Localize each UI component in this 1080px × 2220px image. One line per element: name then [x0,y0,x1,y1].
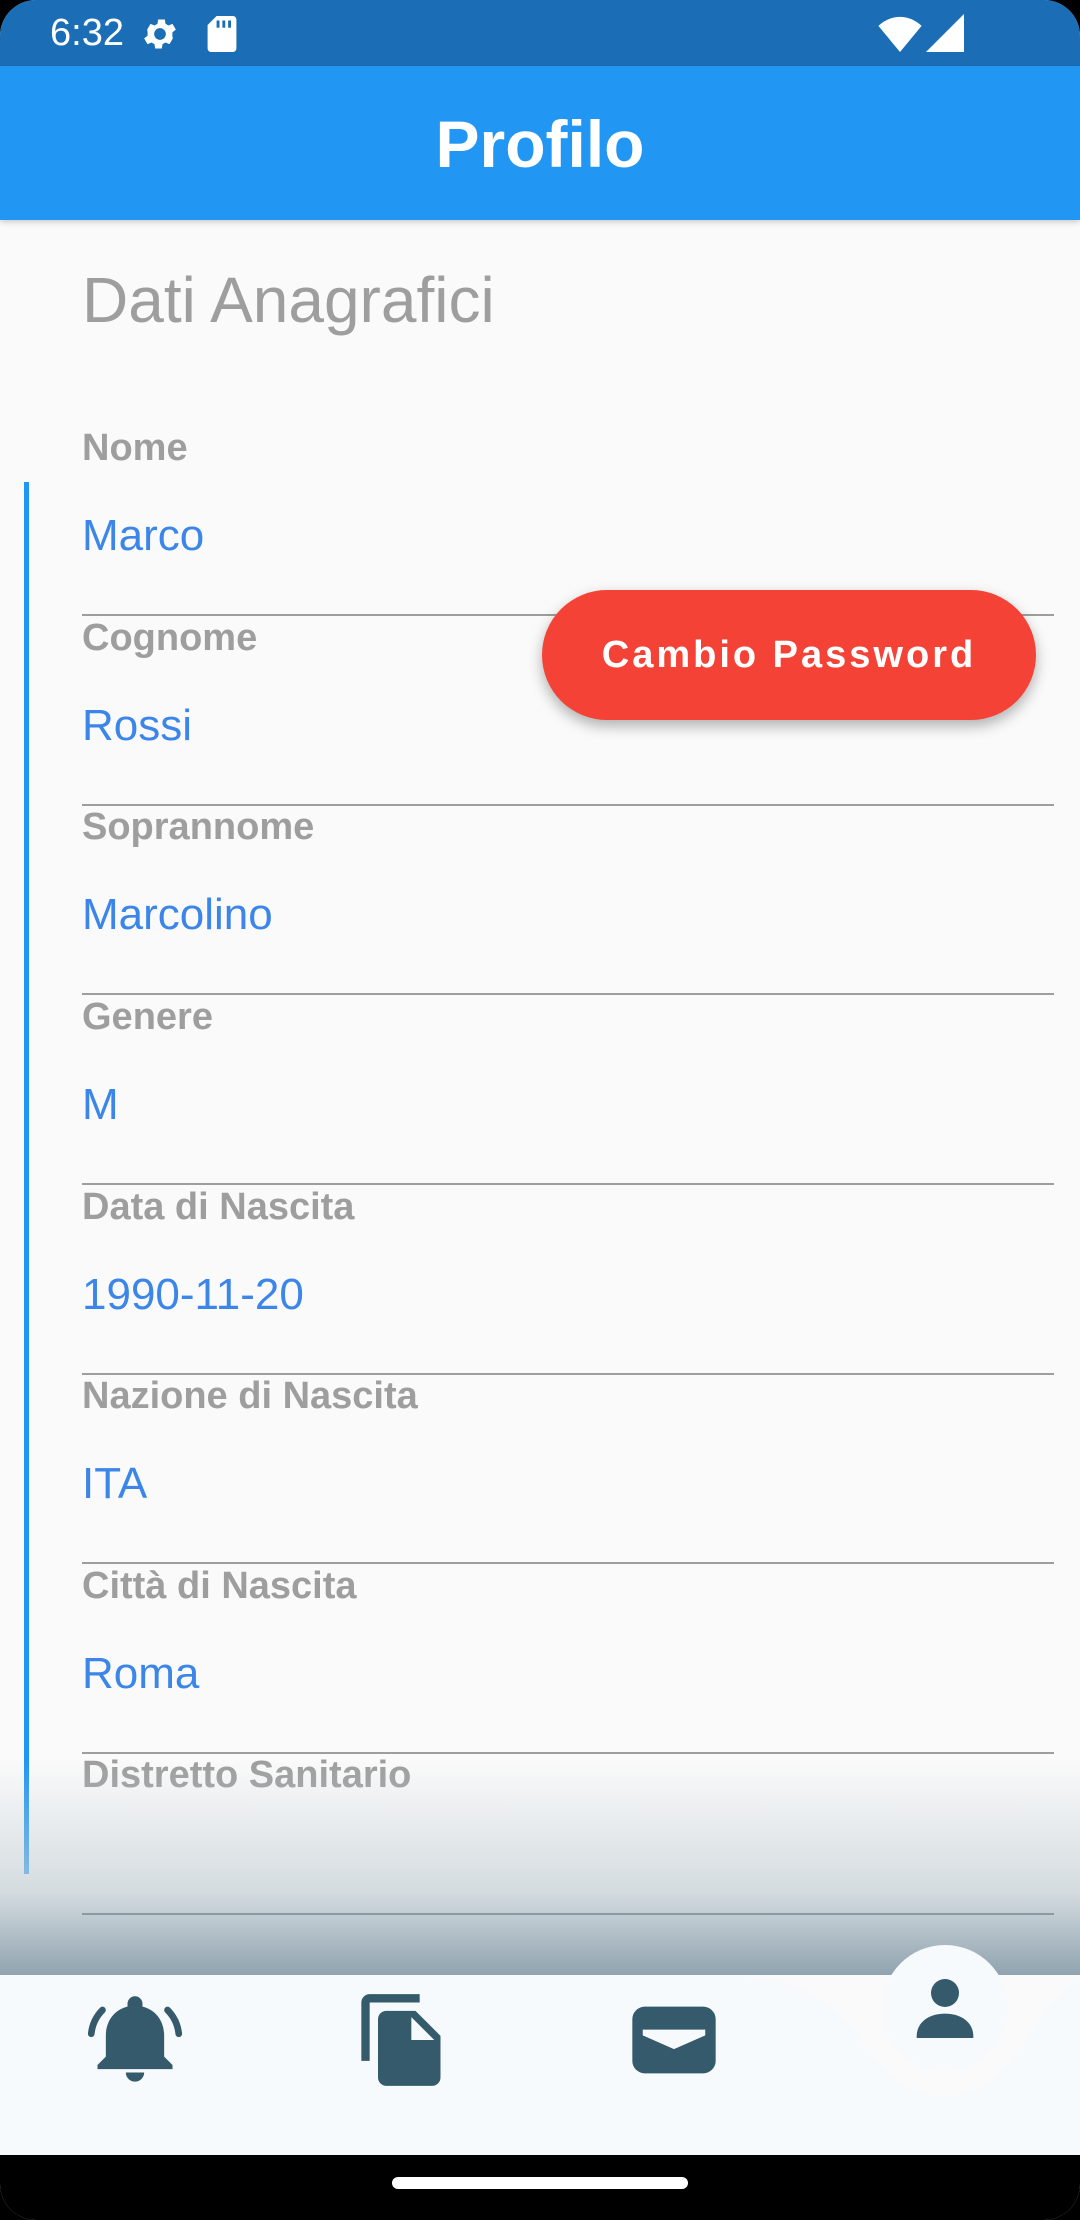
field-label: Nazione di Nascita [82,1375,418,1417]
signal-icon [926,14,964,52]
app-bar: Profilo [0,66,1080,220]
field-label: Nome [82,427,188,469]
wifi-icon [878,16,922,52]
field-label: Genere [82,996,213,1038]
change-password-button[interactable]: Cambio Password [542,590,1036,720]
profile-content[interactable]: Dati Anagrafici Nome Marco Cognome Rossi… [0,220,1080,1975]
status-time: 6:32 [50,12,124,54]
field-value[interactable]: Rossi [82,698,192,754]
nav-wallet[interactable] [624,1990,724,2090]
field-value[interactable]: 1990-11-20 [82,1267,304,1323]
field-nazione-di-nascita[interactable]: Nazione di Nascita ITA [82,1372,1054,1564]
field-label: Città di Nascita [82,1565,357,1607]
sd-card-icon [207,16,237,52]
status-bar: 6:32 [0,0,1080,66]
scroll-indicator [24,482,29,1874]
section-title: Dati Anagrafici [82,264,495,336]
field-value[interactable]: Marcolino [82,887,273,943]
field-value[interactable]: Roma [82,1646,199,1702]
wallet-icon [632,2006,716,2074]
field-data-di-nascita[interactable]: Data di Nascita 1990-11-20 [82,1183,1054,1375]
nav-notifications[interactable] [85,1990,185,2090]
field-label: Data di Nascita [82,1186,355,1228]
gear-icon [144,19,176,49]
system-navigation-bar [0,2155,1080,2220]
nav-profile[interactable] [882,1945,1008,2071]
person-icon [916,1979,974,2038]
field-value[interactable]: M [82,1077,119,1133]
documents-icon [361,1994,441,2086]
field-genere[interactable]: Genere M [82,993,1054,1185]
screen: 6:32 Profilo Dati Anagrafici Nome Marco [0,0,1080,2220]
bell-icon [87,1996,183,2082]
nav-documents[interactable] [353,1990,453,2090]
field-nome[interactable]: Nome Marco [82,424,1054,616]
field-label: Soprannome [82,806,315,848]
home-gesture-handle[interactable] [392,2177,688,2189]
field-value[interactable]: Marco [82,508,204,564]
field-citta-di-nascita[interactable]: Città di Nascita Roma [82,1562,1054,1754]
field-label: Cognome [82,617,258,659]
field-soprannome[interactable]: Soprannome Marcolino [82,803,1054,995]
page-title: Profilo [435,107,645,181]
field-value[interactable]: ITA [82,1456,147,1512]
